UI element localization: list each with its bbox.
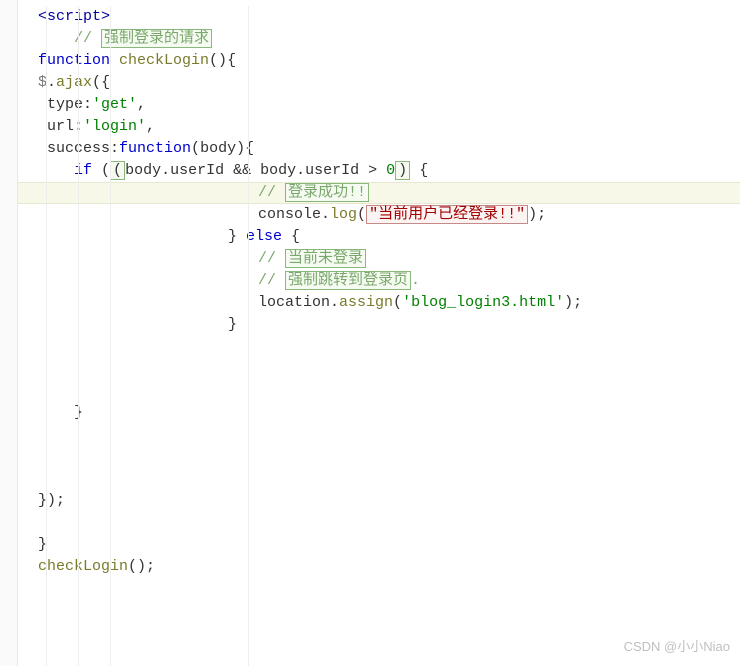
paren: ( — [357, 206, 366, 223]
comment-slash: // — [258, 272, 285, 289]
op: > — [359, 162, 386, 179]
comma: , — [146, 118, 155, 135]
obj: location — [258, 294, 330, 311]
brace: { — [410, 162, 428, 179]
num: 0 — [386, 162, 395, 179]
comment-text: 强制跳转到登录页 — [285, 271, 411, 290]
comment-text: 强制登录的请求 — [101, 29, 212, 48]
expr: body.userId — [260, 162, 359, 179]
brace: { — [101, 74, 110, 91]
brace: { — [245, 140, 254, 157]
code-line — [38, 468, 740, 490]
colon: : — [83, 96, 92, 113]
close: }); — [38, 492, 65, 509]
paren: ) — [236, 140, 245, 157]
code-line: type:'get', — [38, 94, 740, 116]
code-line: function checkLogin(){ — [38, 50, 740, 72]
code-line — [38, 358, 740, 380]
comment-tail: . — [411, 272, 420, 289]
string: "当前用户已经登录!!" — [366, 205, 528, 224]
colon: : — [110, 140, 119, 157]
prop: type — [38, 96, 83, 113]
dot: . — [330, 294, 339, 311]
dot: . — [321, 206, 330, 223]
code-line — [38, 512, 740, 534]
call-end: (); — [128, 558, 155, 575]
fn-assign: assign — [339, 294, 393, 311]
fn-call: checkLogin — [38, 558, 128, 575]
colon: : — [74, 118, 83, 135]
jquery: $ — [38, 74, 47, 91]
code-line: console.log("当前用户已经登录!!"); — [38, 204, 740, 226]
fn-log: log — [330, 206, 357, 223]
obj: console — [258, 206, 321, 223]
paren: ); — [528, 206, 546, 223]
brace: } — [228, 316, 237, 333]
code-line: } — [38, 314, 740, 336]
string: 'login' — [83, 118, 146, 135]
code-line: // 强制登录的请求 — [38, 28, 740, 50]
code-line: }); — [38, 490, 740, 512]
prop: url — [38, 118, 74, 135]
kw-else: else — [237, 228, 291, 245]
code-line: if ((body.userId && body.userId > 0) { — [38, 160, 740, 182]
code-line: } — [38, 402, 740, 424]
expr: body.userId — [125, 162, 224, 179]
op: && — [224, 162, 260, 179]
code-line: checkLogin(); — [38, 556, 740, 578]
watermark: CSDN @小小Niao — [624, 636, 730, 658]
parens: () — [209, 52, 227, 69]
code-line: <script> — [38, 6, 740, 28]
paren-hl: ( — [110, 161, 125, 180]
fn-name: checkLogin — [119, 52, 209, 69]
string: 'blog_login3.html' — [402, 294, 564, 311]
script-tag: <script> — [38, 8, 110, 25]
dot: . — [47, 74, 56, 91]
code-line — [38, 446, 740, 468]
paren: ( — [92, 74, 101, 91]
brace: } — [228, 228, 237, 245]
comment-slash: // — [258, 184, 285, 201]
comment-text: 当前未登录 — [285, 249, 366, 268]
comma: , — [137, 96, 146, 113]
kw-function: function — [38, 52, 110, 69]
code-line — [38, 380, 740, 402]
comment-slash: // — [258, 250, 285, 267]
kw-function: function — [119, 140, 191, 157]
brace: } — [38, 536, 47, 553]
code-line: success:function(body){ — [38, 138, 740, 160]
code-line — [38, 424, 740, 446]
kw-if: if — [74, 162, 92, 179]
paren: ( — [191, 140, 200, 157]
code-line: // 登录成功!! — [38, 182, 740, 204]
code-line: url:'login', — [38, 116, 740, 138]
brace: { — [291, 228, 300, 245]
prop: success — [38, 140, 110, 157]
paren: ( — [92, 162, 110, 179]
gutter — [0, 0, 18, 666]
string: 'get' — [92, 96, 137, 113]
code-line: } else { — [38, 226, 740, 248]
comment-text: 登录成功!! — [285, 183, 369, 202]
brace: { — [227, 52, 236, 69]
code-area: <script> // 强制登录的请求 function checkLogin(… — [0, 0, 740, 578]
comment-slash: // — [74, 30, 101, 47]
code-line — [38, 336, 740, 358]
code-line: } — [38, 534, 740, 556]
paren-hl: ) — [395, 161, 410, 180]
code-line: location.assign('blog_login3.html'); — [38, 292, 740, 314]
paren: ); — [564, 294, 582, 311]
code-line: // 强制跳转到登录页. — [38, 270, 740, 292]
code-line: // 当前未登录 — [38, 248, 740, 270]
paren: ( — [393, 294, 402, 311]
fn-ajax: ajax — [56, 74, 92, 91]
code-line: $.ajax({ — [38, 72, 740, 94]
brace: } — [74, 404, 83, 421]
param: body — [200, 140, 236, 157]
